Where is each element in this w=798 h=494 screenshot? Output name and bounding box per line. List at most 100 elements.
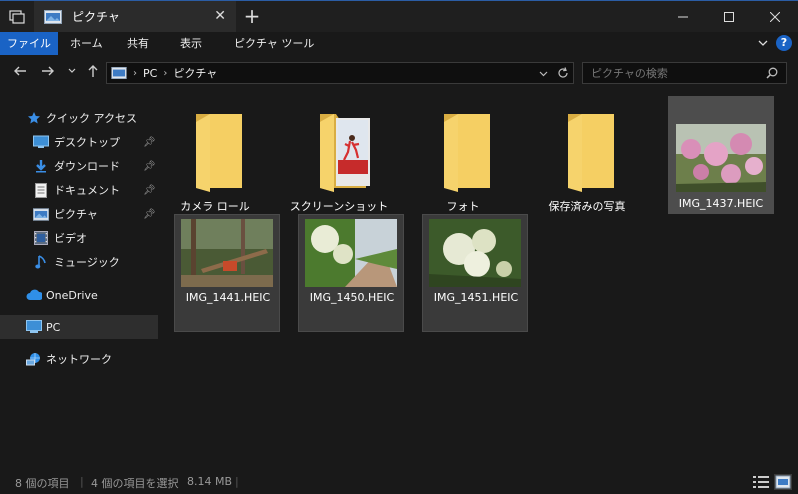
selected-count: 4 個の項目を選択	[91, 477, 179, 490]
pictures-icon	[44, 9, 62, 24]
ribbon-tab-view[interactable]: 表示	[180, 32, 202, 55]
sidebar-item-videos[interactable]: ビデオ	[0, 226, 158, 250]
sidebar-item-label: ピクチャ	[54, 208, 98, 221]
title-bar: ピクチャ ✕ +	[0, 0, 798, 32]
breadcrumb-separator: ›	[163, 67, 168, 79]
tab-overview-button[interactable]	[0, 1, 34, 32]
image-file-item[interactable]: IMG_1451.HEIC	[422, 214, 528, 332]
breadcrumb-separator: ›	[133, 67, 137, 79]
sidebar-item-documents[interactable]: ドキュメント 📌︎	[0, 178, 158, 202]
desktop-icon	[33, 134, 49, 150]
pin-icon[interactable]: 📌︎	[143, 209, 156, 220]
pin-icon[interactable]: 📌︎	[143, 137, 156, 148]
tab-overview-icon	[9, 9, 25, 24]
file-view: カメラ ロール スクリーンショット フォト 保存済みの写真 IMG_1437.H…	[162, 94, 798, 466]
status-divider: |	[235, 475, 239, 488]
ribbon-menu: ファイル ホーム 共有 表示 ピクチャ ツール ?	[0, 32, 798, 55]
computer-icon	[26, 319, 42, 335]
sidebar-item-label: ダウンロード	[54, 160, 120, 173]
sidebar-item-pictures[interactable]: ピクチャ 📌︎	[0, 202, 158, 226]
network-icon	[26, 351, 42, 367]
pictures-location-icon	[111, 67, 127, 79]
video-icon	[33, 230, 49, 246]
sidebar-item-network[interactable]: ネットワーク	[0, 347, 158, 371]
minimize-button[interactable]	[660, 1, 706, 32]
download-icon	[33, 158, 49, 174]
image-file-item[interactable]: IMG_1441.HEIC	[174, 214, 280, 332]
pin-icon[interactable]: 📌︎	[143, 161, 156, 172]
pin-icon[interactable]: 📌︎	[143, 185, 156, 196]
file-name: IMG_1441.HEIC	[185, 291, 271, 304]
close-button[interactable]	[752, 1, 798, 32]
star-icon	[26, 110, 42, 126]
file-name: 保存済みの写真	[548, 200, 626, 213]
folder-icon	[196, 114, 242, 192]
item-count: 8 個の項目	[15, 477, 70, 490]
sidebar-item-label: ドキュメント	[54, 184, 120, 197]
ribbon-tab-share[interactable]: 共有	[127, 32, 149, 55]
sidebar-item-downloads[interactable]: ダウンロード 📌︎	[0, 154, 158, 178]
folder-item[interactable]: スクリーンショット	[286, 98, 392, 216]
help-icon[interactable]: ?	[776, 35, 792, 51]
navigation-pane: クイック アクセス デスクトップ 📌︎ ダウンロード 📌︎ ドキュメント 📌︎ …	[0, 96, 160, 466]
image-file-item[interactable]: IMG_1450.HEIC	[298, 214, 404, 332]
details-view-icon[interactable]	[752, 474, 770, 490]
back-arrow-icon[interactable]	[13, 64, 27, 78]
ribbon-tab-picture-tools[interactable]: ピクチャ ツール	[234, 32, 314, 55]
breadcrumb-pictures[interactable]: ピクチャ	[173, 65, 217, 81]
sidebar-item-onedrive[interactable]: OneDrive	[0, 283, 158, 307]
file-name: IMG_1437.HEIC	[678, 197, 764, 210]
image-thumbnail	[429, 219, 521, 287]
maximize-icon	[724, 11, 734, 22]
onedrive-cloud-icon	[26, 287, 42, 303]
file-name: IMG_1450.HEIC	[309, 291, 395, 304]
pictures-icon	[33, 206, 49, 222]
sidebar-item-label: ネットワーク	[46, 353, 112, 366]
tab-close-icon[interactable]: ✕	[214, 8, 226, 24]
sidebar-item-desktop[interactable]: デスクトップ 📌︎	[0, 130, 158, 154]
document-icon	[33, 182, 49, 198]
folder-icon	[568, 114, 614, 192]
tab-title: ピクチャ	[72, 10, 120, 24]
chevron-down-icon[interactable]	[758, 39, 768, 47]
sidebar-item-label: ミュージック	[54, 256, 120, 269]
sidebar-item-music[interactable]: ミュージック	[0, 250, 158, 274]
image-thumbnail	[181, 219, 273, 287]
address-dropdown-icon[interactable]	[539, 71, 548, 77]
search-input[interactable]: ピクチャの検索	[582, 62, 787, 84]
maximize-button[interactable]	[706, 1, 752, 32]
sidebar-item-label: PC	[46, 320, 61, 334]
sidebar-item-pc[interactable]: PC	[0, 315, 158, 339]
folder-icon	[444, 114, 490, 192]
folder-item[interactable]: カメラ ロール	[162, 98, 268, 216]
ribbon-tab-file[interactable]: ファイル	[0, 32, 58, 55]
forward-arrow-icon[interactable]	[41, 64, 55, 78]
recent-locations-chevron-icon[interactable]	[68, 68, 76, 74]
tab-pictures[interactable]: ピクチャ ✕	[34, 1, 236, 32]
folder-item[interactable]: 保存済みの写真	[534, 98, 640, 216]
image-file-item[interactable]: IMG_1437.HEIC	[668, 96, 774, 214]
large-icons-view-icon[interactable]	[774, 474, 792, 490]
file-name: IMG_1451.HEIC	[433, 291, 519, 304]
selected-size: 8.14 MB	[187, 475, 233, 488]
search-icon[interactable]	[766, 67, 778, 79]
folder-with-image-icon	[320, 114, 370, 192]
status-bar: 8 個の項目 | 4 個の項目を選択 8.14 MB |	[0, 470, 798, 494]
sidebar-item-label: クイック アクセス	[46, 112, 137, 125]
music-icon	[33, 254, 49, 270]
image-thumbnail	[676, 124, 766, 192]
file-name: フォト	[446, 200, 480, 213]
ribbon-tab-home[interactable]: ホーム	[70, 32, 103, 55]
sidebar-item-label: OneDrive	[46, 288, 98, 302]
new-tab-button[interactable]: +	[240, 5, 264, 29]
address-bar[interactable]: › PC › ピクチャ	[106, 62, 574, 84]
sidebar-item-label: デスクトップ	[54, 136, 120, 149]
folder-item[interactable]: フォト	[410, 98, 516, 216]
refresh-icon[interactable]	[557, 67, 569, 79]
up-arrow-icon[interactable]	[87, 64, 99, 78]
sidebar-item-quick-access[interactable]: クイック アクセス	[0, 106, 158, 130]
breadcrumb-pc[interactable]: PC	[143, 67, 157, 80]
image-thumbnail	[305, 219, 397, 287]
search-placeholder: ピクチャの検索	[591, 67, 668, 80]
close-icon	[770, 11, 780, 22]
